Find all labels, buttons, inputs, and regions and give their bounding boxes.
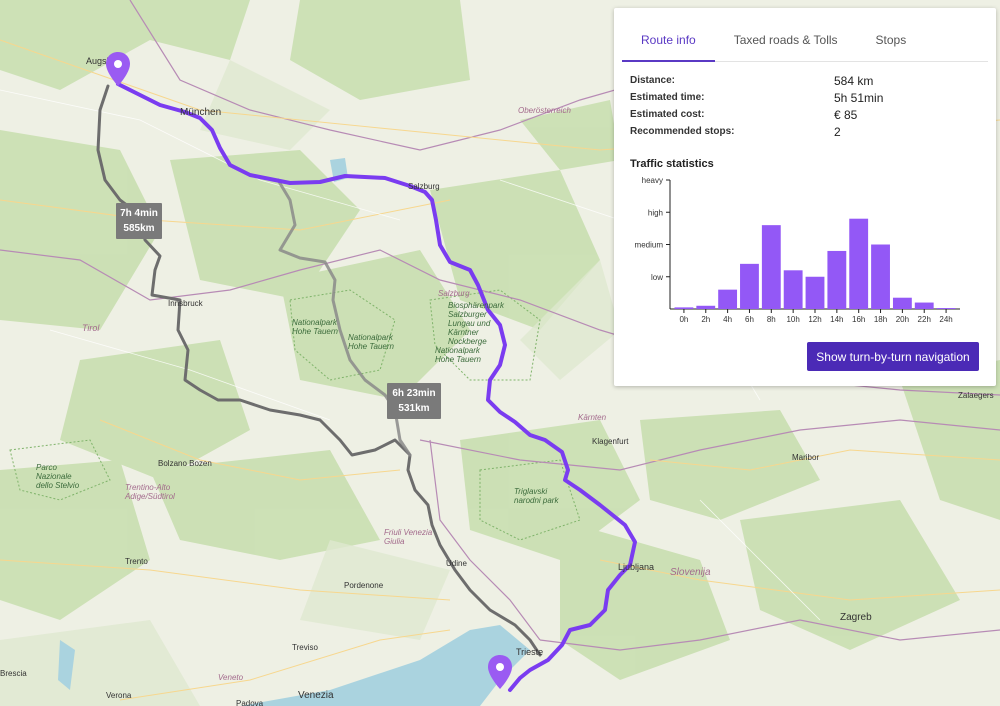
traffic-bar: [936, 308, 956, 309]
map-label: Salzburg: [408, 182, 440, 191]
traffic-bar: [805, 276, 825, 309]
x-tick-label: 8h: [767, 315, 776, 324]
traffic-bar: [871, 244, 890, 309]
estimated-time-value: 5h 51min: [834, 90, 884, 105]
alt-route-badge[interactable]: 6h 23min 531km: [387, 383, 441, 419]
x-tick-label: 16h: [852, 315, 865, 324]
recommended-stops-value: 2: [834, 124, 841, 139]
tab-route-info[interactable]: Route info: [622, 16, 715, 62]
map-label: Salzburg: [438, 289, 470, 298]
x-tick-label: 10h: [786, 315, 799, 324]
route-panel-tabs: Route info Taxed roads & Tolls Stops: [622, 16, 988, 62]
x-tick-label: 22h: [918, 315, 931, 324]
route-info-row: Distance: 584 km: [630, 72, 996, 89]
route-panel: Route info Taxed roads & Tolls Stops Dis…: [614, 8, 996, 386]
x-tick-label: 2h: [701, 315, 710, 324]
traffic-bar: [892, 297, 912, 309]
turn-by-turn-navigation-button[interactable]: Show turn-by-turn navigation: [807, 342, 979, 371]
estimated-time-label: Estimated time:: [630, 92, 705, 103]
map-label: Veneto: [218, 673, 244, 682]
alt-route-badge[interactable]: 7h 4min 585km: [116, 203, 162, 239]
route-info-row: Recommended stops: 2: [630, 123, 996, 140]
map-label: Oberösterreich: [518, 106, 571, 115]
map-label: Tirol: [82, 323, 100, 333]
alt-route-distance: 531km: [398, 403, 430, 414]
map-label: Zalaegers: [958, 391, 994, 400]
traffic-bar: [761, 225, 781, 309]
map-label: Verona: [106, 691, 132, 700]
map-label: München: [180, 107, 221, 118]
map-label: Brescia: [0, 669, 27, 678]
x-tick-label: 24h: [939, 315, 952, 324]
traffic-bar: [718, 289, 738, 309]
map-label: Treviso: [292, 643, 318, 652]
map-label: Trieste: [516, 647, 543, 657]
start-location-pin-icon[interactable]: [106, 52, 130, 86]
map-label: Slovenija: [670, 567, 711, 578]
traffic-bar: [740, 263, 759, 309]
map-label: Nationalpark Hohe Tauern: [292, 318, 339, 336]
alt-route-time: 6h 23min: [392, 388, 436, 399]
alt-route-time: 7h 4min: [120, 208, 158, 219]
traffic-bar: [849, 218, 869, 309]
x-tick-label: 4h: [723, 315, 732, 324]
y-tick-label: low: [651, 273, 663, 282]
x-tick-label: 20h: [896, 315, 909, 324]
map-label: Nationalpark Hohe Tauern: [435, 346, 482, 364]
x-tick-label: 14h: [830, 315, 843, 324]
traffic-bar: [783, 270, 803, 309]
traffic-chart: low medium high heavy 0h 2h 4h 6h 8h 10h 12h 14h 16h…: [635, 176, 960, 324]
map-label: Zagreb: [840, 612, 872, 623]
map-label: Innsbruck: [168, 299, 204, 308]
tab-stops[interactable]: Stops: [857, 16, 926, 61]
route-info-list: Distance: 584 km Estimated time: 5h 51mi…: [630, 72, 996, 140]
estimated-cost-label: Estimated cost:: [630, 109, 705, 120]
map-label: Ljubljana: [618, 562, 654, 572]
x-tick-label: 18h: [874, 315, 887, 324]
x-tick-label: 12h: [808, 315, 821, 324]
traffic-bar: [696, 305, 716, 309]
map-label: Bolzano Bozen: [158, 459, 212, 468]
alt-route-distance: 585km: [123, 223, 155, 234]
y-tick-label: heavy: [642, 176, 663, 185]
traffic-bar: [914, 302, 934, 309]
recommended-stops-label: Recommended stops:: [630, 126, 735, 137]
map-label: Klagenfurt: [592, 437, 629, 446]
traffic-bar: [827, 250, 847, 309]
y-tick-label: medium: [635, 241, 664, 250]
y-tick-label: high: [648, 208, 663, 217]
map-label: Nationalpark Hohe Tauern: [348, 333, 395, 351]
destination-pin-icon[interactable]: [488, 655, 512, 689]
map-label: Trento: [125, 557, 148, 566]
map-label: Pordenone: [344, 581, 384, 590]
distance-label: Distance:: [630, 75, 676, 86]
map-label: Padova: [236, 699, 264, 706]
tab-taxed-roads-tolls[interactable]: Taxed roads & Tolls: [715, 16, 857, 61]
map-label: Udine: [446, 559, 467, 568]
map-label: Kärnten: [578, 413, 607, 422]
route-info-row: Estimated time: 5h 51min: [630, 89, 996, 106]
x-tick-label: 6h: [745, 315, 754, 324]
estimated-cost-value: € 85: [834, 107, 858, 122]
traffic-bar: [674, 307, 694, 309]
map-label: Venezia: [298, 690, 334, 701]
x-tick-label: 0h: [679, 315, 688, 324]
map-label: Trentino-Alto Adige/Südtirol: [124, 483, 175, 501]
map-label: Maribor: [792, 453, 819, 462]
route-info-row: Estimated cost: € 85: [630, 106, 996, 123]
distance-value: 584 km: [834, 73, 874, 88]
